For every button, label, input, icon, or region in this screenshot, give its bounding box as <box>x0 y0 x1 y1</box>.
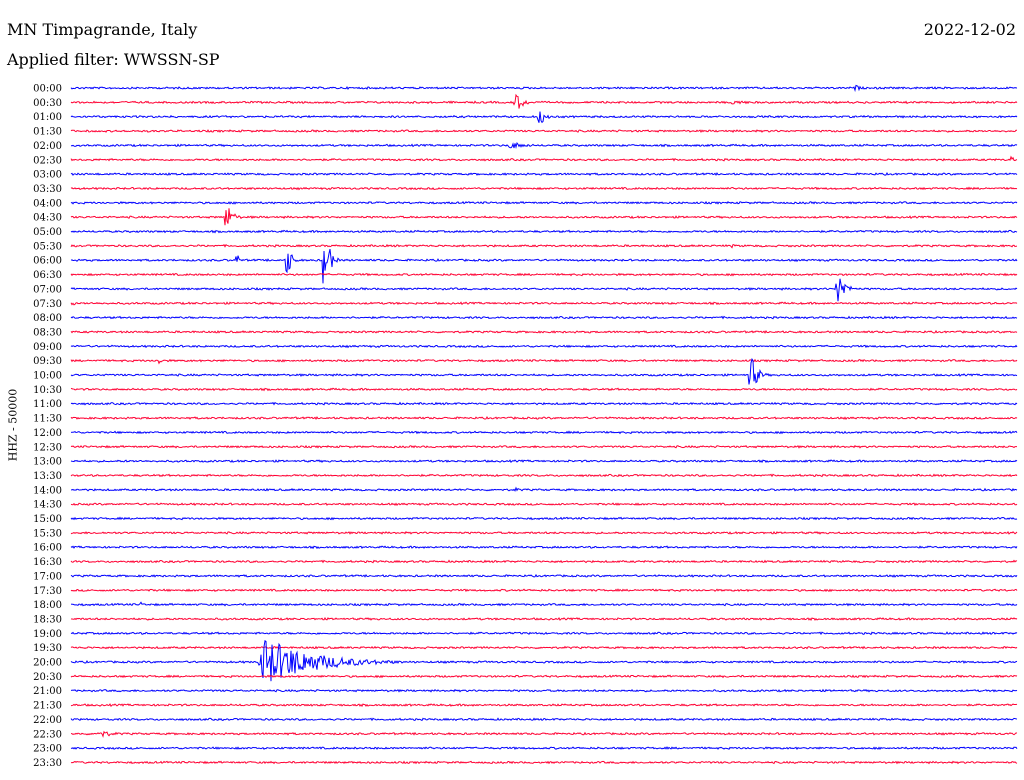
time-label: 19:00 <box>33 629 62 640</box>
time-label: 09:00 <box>33 342 62 353</box>
seismic-trace <box>70 84 1018 93</box>
time-label: 18:30 <box>33 614 62 625</box>
seismic-trace <box>70 746 1018 750</box>
time-label: 04:30 <box>33 213 62 224</box>
time-label: 06:00 <box>33 256 62 267</box>
seismic-trace <box>70 315 1018 320</box>
time-label: 22:00 <box>33 715 62 726</box>
time-label: 18:00 <box>33 600 62 611</box>
time-label: 12:00 <box>33 428 62 439</box>
seismic-trace <box>70 703 1018 708</box>
seismic-trace <box>70 416 1018 420</box>
time-label: 01:30 <box>33 127 62 138</box>
time-label: 12:30 <box>33 442 62 453</box>
time-label: 05:00 <box>33 227 62 238</box>
seismic-trace <box>70 111 1018 124</box>
time-label: 15:30 <box>33 528 62 539</box>
seismic-trace <box>70 730 1018 738</box>
seismic-trace <box>70 430 1018 435</box>
seismic-trace <box>70 344 1018 349</box>
time-label: 16:30 <box>33 557 62 568</box>
time-label: 23:00 <box>33 744 62 755</box>
seismic-trace <box>70 229 1018 234</box>
time-label: 00:30 <box>33 98 62 109</box>
seismic-trace <box>70 141 1018 149</box>
time-label: 19:30 <box>33 643 62 654</box>
seismic-trace <box>70 645 1018 650</box>
time-label: 02:00 <box>33 141 62 152</box>
time-label: 08:30 <box>33 327 62 338</box>
seismic-trace <box>70 208 1018 226</box>
seismic-trace <box>70 93 1018 109</box>
seismic-trace <box>70 559 1018 564</box>
time-label: 06:30 <box>33 270 62 281</box>
seismic-trace <box>70 674 1018 679</box>
time-label: 17:30 <box>33 586 62 597</box>
seismic-trace <box>70 545 1018 550</box>
time-label: 03:30 <box>33 184 62 195</box>
seismic-trace <box>70 155 1018 162</box>
time-label: 04:00 <box>33 198 62 209</box>
time-label: 03:00 <box>33 170 62 181</box>
time-label: 00:00 <box>33 84 62 95</box>
seismic-trace <box>70 631 1018 636</box>
seismic-trace <box>70 588 1018 593</box>
seismic-trace <box>70 688 1018 693</box>
time-label: 14:00 <box>33 485 62 496</box>
seismic-trace <box>70 617 1018 621</box>
time-label: 11:30 <box>33 414 62 425</box>
seismic-trace <box>70 301 1018 306</box>
time-label: 01:00 <box>33 112 62 123</box>
seismic-trace <box>70 573 1018 578</box>
seismic-trace <box>70 516 1018 521</box>
seismic-trace <box>70 717 1018 722</box>
time-label: 22:30 <box>33 729 62 740</box>
seismic-trace <box>70 358 1018 365</box>
time-label: 20:30 <box>33 672 62 683</box>
seismic-trace <box>70 401 1018 406</box>
time-label: 21:30 <box>33 701 62 712</box>
seismic-trace <box>70 530 1018 535</box>
seismic-trace <box>70 486 1018 492</box>
time-label: 16:00 <box>33 543 62 554</box>
seismic-trace <box>70 601 1018 607</box>
seismic-trace <box>70 248 1018 284</box>
time-label: 15:00 <box>33 514 62 525</box>
seismic-trace <box>70 387 1018 392</box>
seismic-trace <box>70 278 1018 302</box>
seismic-trace <box>70 760 1018 765</box>
time-label: 23:30 <box>33 758 62 769</box>
time-label: 07:00 <box>33 284 62 295</box>
seismic-trace <box>70 243 1018 249</box>
seismic-trace <box>70 129 1018 134</box>
seismic-trace <box>70 200 1018 205</box>
helicorder-chart: 00:00 00:30 01:00 01:30 02:00 02:30 03:00 03:30… <box>33 84 1018 769</box>
time-label: 07:30 <box>33 299 62 310</box>
seismic-trace <box>70 272 1018 277</box>
time-label: 05:30 <box>33 241 62 252</box>
time-label: 09:30 <box>33 356 62 367</box>
seismic-trace <box>70 444 1018 449</box>
seismic-trace <box>70 459 1018 464</box>
time-label: 10:00 <box>33 371 62 382</box>
time-label: 02:30 <box>33 155 62 166</box>
time-label: 21:00 <box>33 686 62 697</box>
seismic-trace <box>70 473 1018 478</box>
seismic-trace <box>70 186 1018 191</box>
time-label: 10:30 <box>33 385 62 396</box>
seismic-trace <box>70 358 1018 385</box>
time-label: 17:00 <box>33 571 62 582</box>
seismic-trace <box>70 502 1018 507</box>
seismic-trace <box>70 329 1018 334</box>
time-label: 11:00 <box>33 399 62 410</box>
seismic-trace <box>70 172 1018 176</box>
time-label: 13:30 <box>33 471 62 482</box>
time-label: 13:00 <box>33 457 62 468</box>
time-label: 20:00 <box>33 658 62 669</box>
time-label: 08:00 <box>33 313 62 324</box>
time-label: 14:30 <box>33 500 62 511</box>
